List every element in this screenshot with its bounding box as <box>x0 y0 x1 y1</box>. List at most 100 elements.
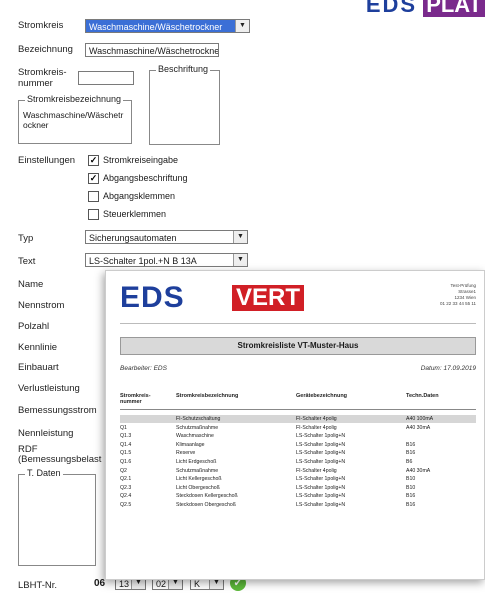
table-cell: Q2.4 <box>120 493 132 500</box>
table-cell: Q2.1 <box>120 476 132 483</box>
report-logo-eds: EDS <box>120 281 185 314</box>
table-cell: LS-Schalter 1polig+N <box>296 441 346 448</box>
brand-logo-plat: PLAT <box>423 0 485 17</box>
report-address: Test-Prüfung Strasse1 1234 Wien 01 22 33… <box>440 283 476 306</box>
bezeichnung-input[interactable]: Waschmaschine/Wäschetrockner <box>85 43 219 57</box>
table-cell: Q2.5 <box>120 502 132 508</box>
report-preview: EDS VERT Test-Prüfung Strasse1 1234 Wien… <box>105 270 485 580</box>
table-cell: FI-Schalter 4polig <box>296 424 337 431</box>
table-cell: B10 <box>406 476 416 483</box>
chevron-down-icon[interactable]: ▼ <box>233 231 247 243</box>
table-row: Q1.4 Klimaanlage LS-Schalter 1polig+N B16 <box>120 441 476 449</box>
table-cell: LS-Schalter 1polig+N <box>296 433 346 440</box>
einbauart-label: Einbauart <box>18 362 59 373</box>
polzahl-label: Polzahl <box>18 321 50 332</box>
bemessungsstrom-label: Bemessungsstrom <box>18 405 97 416</box>
table-cell: A40 30mA <box>406 424 431 431</box>
table-cell: B6 <box>406 459 413 465</box>
stromkreisbezeichnung-group: Stromkreisbezeichnung Waschmaschine/Wäsc… <box>18 94 132 144</box>
kennlinie-label: Kennlinie <box>18 342 58 353</box>
table-cell: Licht Kellergeschoß <box>176 476 222 483</box>
checkbox-label: Stromkreiseingabe <box>103 155 179 165</box>
lbht-label: LBHT-Nr. <box>18 580 58 591</box>
table-cell: LS-Schalter 1polig+N <box>296 484 346 491</box>
table-cell: B16 <box>406 493 416 500</box>
checkbox-stromkreiseingabe[interactable]: ✓ <box>88 155 99 166</box>
chevron-down-icon[interactable]: ▼ <box>235 20 249 32</box>
stromkreis-label: Stromkreis <box>18 20 64 31</box>
table-row: Q2 Schutzmaßnahme FI-Schalter 4polig A40 30… <box>120 467 476 475</box>
lbht-prefix: 06 <box>94 578 106 589</box>
table-cell: Licht Obergeschoß <box>176 484 220 491</box>
report-logo-vert: VERT <box>232 285 305 311</box>
table-cell: LS-Schalter 1polig+N <box>296 502 346 508</box>
typ-select-value: Sicherungsautomaten <box>89 233 177 243</box>
table-cell: Steckdosen Kellergeschoß <box>176 493 238 500</box>
stromkreis-select[interactable]: Waschmaschine/Wäschetrockner ▼ <box>85 19 250 33</box>
beschriftung-title: Beschriftung <box>156 64 211 74</box>
text-select[interactable]: LS-Schalter 1pol.+N B 13A ▼ <box>85 253 248 267</box>
table-cell: Klimaanlage <box>176 441 205 448</box>
table-cell: Q1.5 <box>120 450 132 457</box>
stromkreisnummer-input[interactable] <box>78 71 134 85</box>
table-cell: FI-Schalter 4polig <box>296 467 337 474</box>
table-cell: Q1 <box>120 424 127 431</box>
report-header-bezeichnung: Stromkreisbezeichnung <box>176 393 239 399</box>
report-datum: Datum: 17.09.2019 <box>420 365 476 372</box>
stromkreisbezeichnung-text: Waschmaschine/Wäschetr ockner <box>23 110 124 130</box>
report-title: Stromkreisliste VT-Muster-Haus <box>120 337 476 355</box>
checkbox-abgangsklemmen[interactable] <box>88 191 99 202</box>
report-header-geraet: Gerätebezeichnung <box>296 393 348 399</box>
table-row: Q1.6 Licht Erdgeschoß LS-Schalter 1polig+N… <box>120 458 476 466</box>
table-row: FI-Schutzschaltung FI-Schalter 4polig A40 … <box>120 415 476 423</box>
nennstrom-label: Nennstrom <box>18 300 65 311</box>
tdaten-title: T. Daten <box>25 468 63 478</box>
table-row: Q2.4 Steckdosen Kellergeschoß LS-Schalter … <box>120 492 476 500</box>
bezeichnung-label: Bezeichnung <box>18 44 73 55</box>
table-cell: Reserve <box>176 450 196 457</box>
table-row: Q1.5 Reserve LS-Schalter 1polig+N B16 <box>120 449 476 457</box>
table-cell: FI-Schalter 4polig <box>296 416 337 422</box>
checkbox-label: Steuerklemmen <box>103 209 167 219</box>
einstellungen-label: Einstellungen <box>18 155 76 166</box>
report-divider <box>120 323 476 324</box>
verlustleistung-label: Verlustleistung <box>18 383 80 394</box>
lbht-select-1-value: 13 <box>119 579 130 589</box>
table-row: Q2.5 Steckdosen Obergeschoß LS-Schalter 1p… <box>120 501 476 509</box>
beschriftung-group[interactable]: Beschriftung <box>149 64 220 145</box>
report-bearbeiter: Bearbeiter: EDS <box>120 365 167 372</box>
checkbox-abgangsbeschriftung[interactable]: ✓ <box>88 173 99 184</box>
table-cell: Q1.6 <box>120 459 132 465</box>
typ-select[interactable]: Sicherungsautomaten ▼ <box>85 230 248 244</box>
text-select-value: LS-Schalter 1pol.+N B 13A <box>89 256 197 266</box>
report-header-nummer: Stromkreis- nummer <box>120 393 151 405</box>
table-cell: Q2 <box>120 467 127 474</box>
table-cell: LS-Schalter 1polig+N <box>296 450 346 457</box>
checkbox-steuerklemmen[interactable] <box>88 209 99 220</box>
table-cell: Schutzmaßnahme <box>176 424 219 431</box>
table-cell: Waschmaschine <box>176 433 214 440</box>
checkbox-label: Abgangsbeschriftung <box>103 173 188 183</box>
rdf-label: RDF (Bemessungsbelast <box>18 444 102 465</box>
table-cell: Licht Erdgeschoß <box>176 459 217 465</box>
typ-label: Typ <box>18 233 34 244</box>
stromkreisbezeichnung-title: Stromkreisbezeichnung <box>25 94 124 104</box>
table-row: Q2.3 Licht Obergeschoß LS-Schalter 1polig+… <box>120 484 476 492</box>
checkbox-label: Abgangsklemmen <box>103 191 176 201</box>
table-cell: Q1.3 <box>120 433 132 440</box>
text-label: Text <box>18 256 36 267</box>
table-cell: A40 30mA <box>406 467 431 474</box>
table-cell: B16 <box>406 502 416 508</box>
report-header-techn: Techn.Daten <box>406 393 439 399</box>
table-cell: B16 <box>406 450 416 457</box>
table-cell: LS-Schalter 1polig+N <box>296 459 346 465</box>
name-label: Name <box>18 279 44 290</box>
table-cell: LS-Schalter 1polig+N <box>296 476 346 483</box>
lbht-select-2-value: 02 <box>156 579 167 589</box>
table-cell: Q2.3 <box>120 484 132 491</box>
brand-logo-eds: EDS <box>365 0 418 17</box>
table-cell: Q1.4 <box>120 441 132 448</box>
table-row: Q1.3 Waschmaschine LS-Schalter 1polig+N <box>120 432 476 440</box>
report-header-divider <box>120 409 476 410</box>
chevron-down-icon[interactable]: ▼ <box>233 254 247 266</box>
